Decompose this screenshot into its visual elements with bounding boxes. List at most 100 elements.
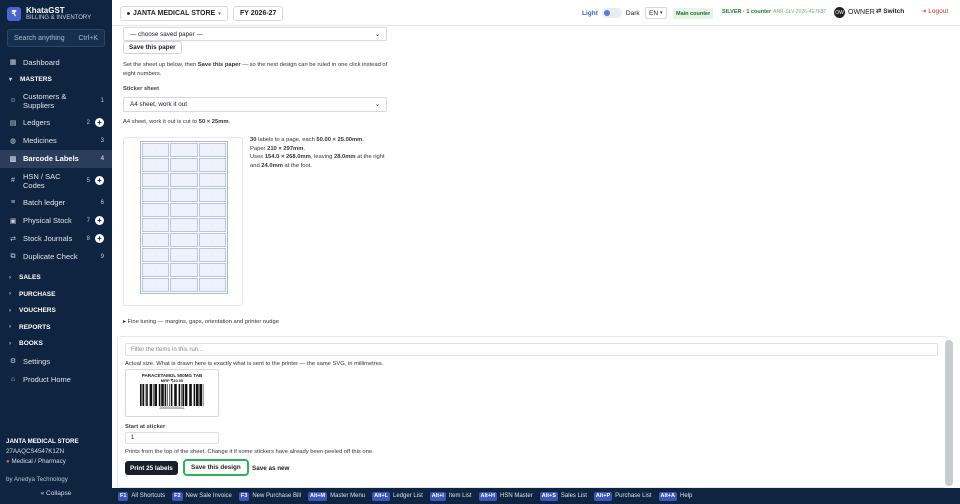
- store-name: JANTA MEDICAL STORE: [6, 438, 79, 445]
- logout-button[interactable]: ⇥ Logout: [921, 7, 948, 15]
- label-cell: ·: [142, 203, 170, 217]
- sidebar-group-vouchers[interactable]: › VOUCHERS: [0, 303, 112, 320]
- shortcut-item[interactable]: Alt+H HSN Master: [478, 491, 533, 501]
- toggle-switch[interactable]: [601, 8, 622, 18]
- license-badge: SILVER · 1 counter ANR-SLV-2026-4E7F87: [722, 9, 827, 15]
- sidebar-item-product-home[interactable]: ⌂ Product Home: [0, 370, 112, 388]
- add-physical-stock-button[interactable]: +: [95, 216, 104, 225]
- save-as-new-button[interactable]: Save as new: [247, 461, 294, 475]
- start-at-sticker-hint: Prints from the top of the sheet. Change…: [125, 449, 374, 455]
- shortcut-item[interactable]: F3 New Purchase Bill: [238, 491, 301, 501]
- sidebar-item-hsn-sac[interactable]: # HSN / SAC Codes 5 +: [0, 168, 112, 194]
- user-menu[interactable]: OW OWNER: [834, 7, 875, 18]
- barcode-icon: [140, 384, 204, 406]
- shortcut-label: HSN Master: [500, 493, 533, 499]
- switch-button[interactable]: ⇄ Switch: [876, 7, 904, 15]
- shortcut-key: Alt+A: [658, 491, 678, 501]
- actual-size-note: Actual size. What is drawn here is exact…: [125, 361, 384, 367]
- shortcut-item[interactable]: Alt+M Master Menu: [308, 491, 365, 501]
- filter-items-input[interactable]: Filter the items in this run...: [125, 343, 938, 356]
- sidebar-item-customers-suppliers[interactable]: ☺ Customers & Suppliers 1: [0, 88, 112, 114]
- shortcut-label: Item List: [448, 493, 472, 499]
- chevron-down-icon: ▾: [660, 10, 663, 16]
- chevron-right-icon: ›: [9, 307, 11, 314]
- label-cell: ·: [198, 158, 226, 172]
- save-design-button[interactable]: Save this design: [183, 459, 249, 476]
- brand[interactable]: ₹ KhataGST BILLING & INVENTORY: [0, 0, 112, 21]
- label-cell: ·: [142, 158, 170, 172]
- shortcut-item[interactable]: Alt+A Help: [658, 491, 692, 501]
- sidebar-group-purchase[interactable]: › PURCHASE: [0, 286, 112, 303]
- sidebar-item-ledgers[interactable]: ▤ Ledgers 2 +: [0, 114, 112, 132]
- search-shortcut: Ctrl+K: [78, 34, 98, 42]
- users-icon: ☺: [9, 97, 17, 104]
- sidebar-item-medicines[interactable]: ◍ Medicines 3: [0, 132, 112, 150]
- vendor-credit: by Anedya Technology: [6, 476, 68, 483]
- sidebar-item-barcode-labels[interactable]: ▥ Barcode Labels 4: [0, 149, 112, 168]
- label-cell: ·: [142, 233, 170, 247]
- sidebar-group-books[interactable]: › BOOKS: [0, 336, 112, 353]
- chevron-right-icon: ›: [9, 340, 11, 347]
- box-icon: ▣: [9, 217, 17, 225]
- chevron-right-icon: ›: [9, 291, 11, 298]
- company-selector[interactable]: JANTA MEDICAL STORE ▾: [120, 6, 228, 21]
- start-at-sticker-input[interactable]: 1: [125, 432, 219, 444]
- sidebar-item-stock-journals[interactable]: ⇄ Stock Journals 8 +: [0, 230, 112, 248]
- sidebar-group-sales[interactable]: › SALES: [0, 270, 112, 287]
- label-cell: ·: [142, 278, 170, 292]
- copy-icon: ⧉: [10, 252, 16, 260]
- shortcut-item[interactable]: Alt+S Sales List: [539, 491, 587, 501]
- label-cell: ·: [142, 173, 170, 187]
- sidebar-item-dashboard[interactable]: ▦ Dashboard: [0, 53, 112, 71]
- label-cell: ·: [170, 248, 198, 262]
- store-info: JANTA MEDICAL STORE 27AAQCS4547K1ZN ● Me…: [6, 437, 79, 467]
- sidebar-item-physical-stock[interactable]: ▣ Physical Stock 7 +: [0, 212, 112, 230]
- sidebar-group-masters[interactable]: ▾ MASTERS: [0, 71, 112, 88]
- shortcut-item[interactable]: F2 New Sale Invoice: [172, 491, 232, 501]
- start-at-sticker-label: Start at sticker: [125, 424, 166, 430]
- home-icon: ⌂: [10, 375, 16, 383]
- fy-selector[interactable]: FY 2026-27: [233, 6, 284, 21]
- saved-paper-select[interactable]: — choose saved paper — ⌄: [123, 27, 387, 41]
- language-selector[interactable]: EN ▾: [645, 7, 667, 19]
- sidebar-group-reports[interactable]: › REPORTS: [0, 319, 112, 336]
- collapse-sidebar-button[interactable]: « Collapse: [0, 490, 112, 497]
- sticker-sheet-select[interactable]: A4 sheet, work it out ⌄: [123, 97, 387, 112]
- theme-toggle[interactable]: Light Dark: [582, 8, 640, 18]
- label-cell: ·: [170, 173, 198, 187]
- app-name: KhataGST: [26, 6, 65, 15]
- shortcut-label: New Sale Invoice: [185, 493, 232, 499]
- label-cell: ·: [170, 143, 198, 157]
- add-hsn-button[interactable]: +: [95, 176, 104, 185]
- add-stock-journal-button[interactable]: +: [95, 234, 104, 243]
- label-preview: PARACETAMOL 500MG TAB MRP ₹20.00 2000000…: [125, 369, 219, 417]
- shortcut-item[interactable]: Alt+L Ledger List: [372, 491, 423, 501]
- shortcut-label: All Shortcuts: [131, 493, 166, 499]
- shortcut-label: Sales List: [560, 493, 587, 499]
- fine-tuning-toggle[interactable]: ▸ Fine tuning — margins, gaps, orientati…: [123, 318, 279, 327]
- shortcut-item[interactable]: F1 All Shortcuts: [118, 491, 166, 501]
- chevron-down-icon: ⌄: [374, 30, 380, 38]
- shortcut-key: Alt+I: [429, 491, 446, 501]
- sidebar-item-batch-ledger[interactable]: ≡ Batch ledger 6: [0, 194, 112, 212]
- shortcut-key: Alt+P: [593, 491, 613, 501]
- scrollbar[interactable]: [945, 340, 953, 486]
- layout-info: 30 labels to a page, each 50.00 × 25.00m…: [250, 137, 385, 169]
- save-paper-button[interactable]: Save this paper: [123, 41, 182, 54]
- sidebar-item-settings[interactable]: ⚙ Settings: [0, 352, 112, 370]
- counter-badge[interactable]: Main counter: [673, 8, 714, 19]
- dot-icon: [127, 12, 130, 15]
- swap-icon: ⇄: [10, 235, 16, 243]
- add-ledger-button[interactable]: +: [95, 118, 104, 127]
- label-cell: ·: [170, 233, 198, 247]
- print-labels-button[interactable]: Print 25 labels: [125, 461, 178, 475]
- label-grid: · · · · · · · · · · · · · · · · · · · · · · · · · · · · · ·: [140, 141, 228, 294]
- search-input[interactable]: Search anything Ctrl+K: [7, 29, 105, 47]
- shortcut-item[interactable]: Alt+P Purchase List: [593, 491, 652, 501]
- topbar: JANTA MEDICAL STORE ▾ FY 2026-27 Light Da…: [112, 0, 960, 26]
- label-cell: ·: [142, 263, 170, 277]
- shortcut-item[interactable]: Alt+I Item List: [429, 491, 472, 501]
- layers-icon: ≡: [10, 199, 16, 206]
- sidebar-item-duplicate-check[interactable]: ⧉ Duplicate Check 9: [0, 248, 112, 266]
- rupee-logo-icon: ₹: [7, 6, 21, 21]
